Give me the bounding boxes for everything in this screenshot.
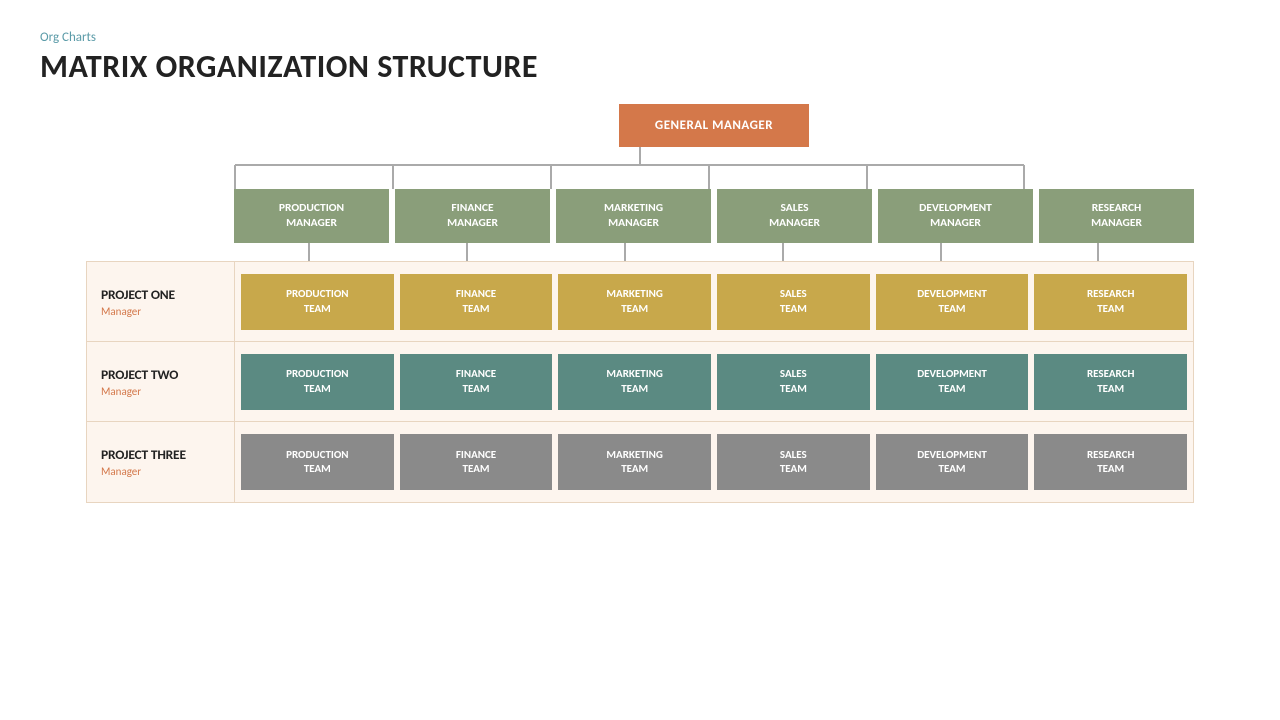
projects-area: PROJECT ONE Manager PRODUCTIONTEAM FINAN… [86,261,1194,503]
project-two-manager: Manager [101,385,220,398]
team-p1-production: PRODUCTIONTEAM [241,274,394,330]
team-p1-marketing: MARKETINGTEAM [558,274,711,330]
team-p1-sales: SALESTEAM [717,274,870,330]
project-row-three: PROJECT THREE Manager PRODUCTIONTEAM FIN… [87,422,1193,502]
team-p1-research: RESEARCHTEAM [1034,274,1187,330]
chart-area: GENERAL MANAGER [40,104,1240,700]
project-row-one: PROJECT ONE Manager PRODUCTIONTEAM FINAN… [87,262,1193,342]
team-p2-development: DEVELOPMENTTEAM [876,354,1029,410]
general-manager-box: GENERAL MANAGER [619,104,809,147]
project-two-teams: PRODUCTIONTEAM FINANCETEAM MARKETINGTEAM… [235,342,1193,421]
project-one-label: PROJECT ONE Manager [87,262,235,341]
team-p3-sales: SALESTEAM [717,434,870,490]
manager-box-development: DEVELOPMENTMANAGER [878,189,1033,243]
team-p3-marketing: MARKETINGTEAM [558,434,711,490]
team-p1-development: DEVELOPMENTTEAM [876,274,1029,330]
project-row-two: PROJECT TWO Manager PRODUCTIONTEAM FINAN… [87,342,1193,422]
project-three-label: PROJECT THREE Manager [87,422,235,502]
team-p1-finance: FINANCETEAM [400,274,553,330]
team-p2-finance: FINANCETEAM [400,354,553,410]
project-three-teams: PRODUCTIONTEAM FINANCETEAM MARKETINGTEAM… [235,422,1193,502]
team-p3-research: RESEARCHTEAM [1034,434,1187,490]
managers-row: PRODUCTIONMANAGER FINANCEMANAGER MARKETI… [234,189,1194,243]
project-one-name: PROJECT ONE [101,286,220,303]
project-two-label: PROJECT TWO Manager [87,342,235,421]
page-title: MATRIX ORGANIZATION STRUCTURE [40,47,1240,86]
team-p3-production: PRODUCTIONTEAM [241,434,394,490]
project-one-teams: PRODUCTIONTEAM FINANCETEAM MARKETINGTEAM… [235,262,1193,341]
project-three-manager: Manager [101,465,220,478]
team-p2-research: RESEARCHTEAM [1034,354,1187,410]
team-p2-sales: SALESTEAM [717,354,870,410]
project-three-name: PROJECT THREE [101,446,220,463]
team-p2-marketing: MARKETINGTEAM [558,354,711,410]
manager-box-finance: FINANCEMANAGER [395,189,550,243]
manager-box-sales: SALESMANAGER [717,189,872,243]
header: Org Charts MATRIX ORGANIZATION STRUCTURE [40,30,1240,86]
manager-box-production: PRODUCTIONMANAGER [234,189,389,243]
project-one-manager: Manager [101,305,220,318]
page-subtitle: Org Charts [40,30,1240,45]
team-p2-production: PRODUCTIONTEAM [241,354,394,410]
page: Org Charts MATRIX ORGANIZATION STRUCTURE… [0,0,1280,720]
manager-box-research: RESEARCHMANAGER [1039,189,1194,243]
team-p3-development: DEVELOPMENTTEAM [876,434,1029,490]
team-p3-finance: FINANCETEAM [400,434,553,490]
manager-box-marketing: MARKETINGMANAGER [556,189,711,243]
project-two-name: PROJECT TWO [101,366,220,383]
